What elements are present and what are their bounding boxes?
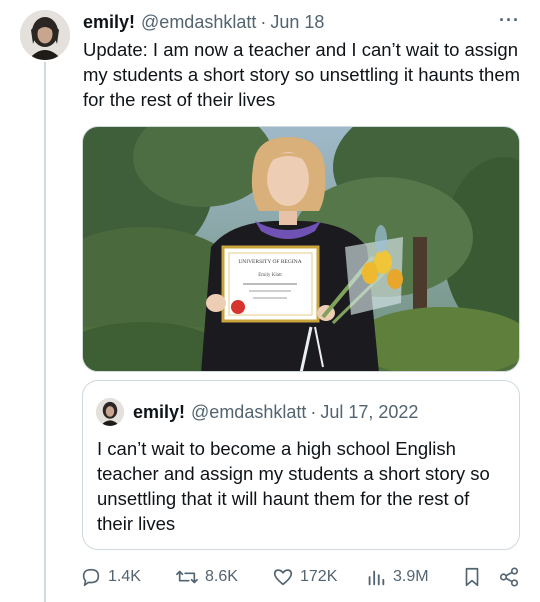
- tweet-text: Update: I am now a teacher and I can’t w…: [83, 39, 521, 110]
- retweet-count: 8.6K: [205, 568, 238, 585]
- certificate-title: UNIVERSITY OF REGINA: [238, 259, 301, 265]
- views-count: 3.9M: [393, 568, 429, 585]
- thread-line: [44, 62, 46, 602]
- tweet-photo[interactable]: UNIVERSITY OF REGINA Emily Klatt: [82, 126, 520, 372]
- bookmark-button[interactable]: [461, 566, 483, 588]
- author-name[interactable]: emily!: [83, 12, 135, 33]
- reply-icon: [80, 566, 102, 588]
- reply-count: 1.4K: [108, 568, 141, 585]
- views-button[interactable]: 3.9M: [365, 566, 429, 588]
- quoted-author-avatar[interactable]: [96, 398, 124, 426]
- views-icon: [365, 566, 387, 588]
- tweet-actions-bar: 1.4K 8.6K 172K 3.9M: [80, 564, 522, 592]
- share-icon: [498, 566, 520, 588]
- separator-dot: ·: [260, 11, 267, 32]
- quoted-separator-dot: ·: [310, 401, 317, 422]
- author-handle[interactable]: @emdashklatt: [141, 12, 256, 33]
- retweet-icon: [175, 566, 199, 588]
- quoted-tweet-text: I can’t wait to become a high school Eng…: [97, 438, 490, 534]
- share-button[interactable]: [498, 566, 520, 588]
- more-options-icon[interactable]: ···: [499, 10, 520, 31]
- certificate-name: Emily Klatt: [258, 273, 282, 278]
- tweet-date[interactable]: Jun 18: [270, 12, 324, 33]
- bookmark-icon: [461, 566, 483, 588]
- like-count: 172K: [300, 568, 338, 585]
- quoted-tweet-header: emily! @emdashklatt · Jul 17, 2022: [133, 399, 418, 425]
- reply-button[interactable]: 1.4K: [80, 566, 141, 588]
- retweet-button[interactable]: 8.6K: [175, 566, 238, 588]
- tweet-header: emily! @emdashklatt · Jun 18 ···: [83, 10, 520, 34]
- quoted-tweet-date[interactable]: Jul 17, 2022: [320, 402, 418, 423]
- like-button[interactable]: 172K: [272, 566, 337, 588]
- author-avatar[interactable]: [20, 10, 70, 60]
- quoted-author-handle[interactable]: @emdashklatt: [191, 402, 306, 423]
- like-icon: [272, 566, 294, 588]
- quoted-tweet[interactable]: emily! @emdashklatt · Jul 17, 2022 I can…: [82, 380, 520, 550]
- quoted-author-name[interactable]: emily!: [133, 402, 185, 423]
